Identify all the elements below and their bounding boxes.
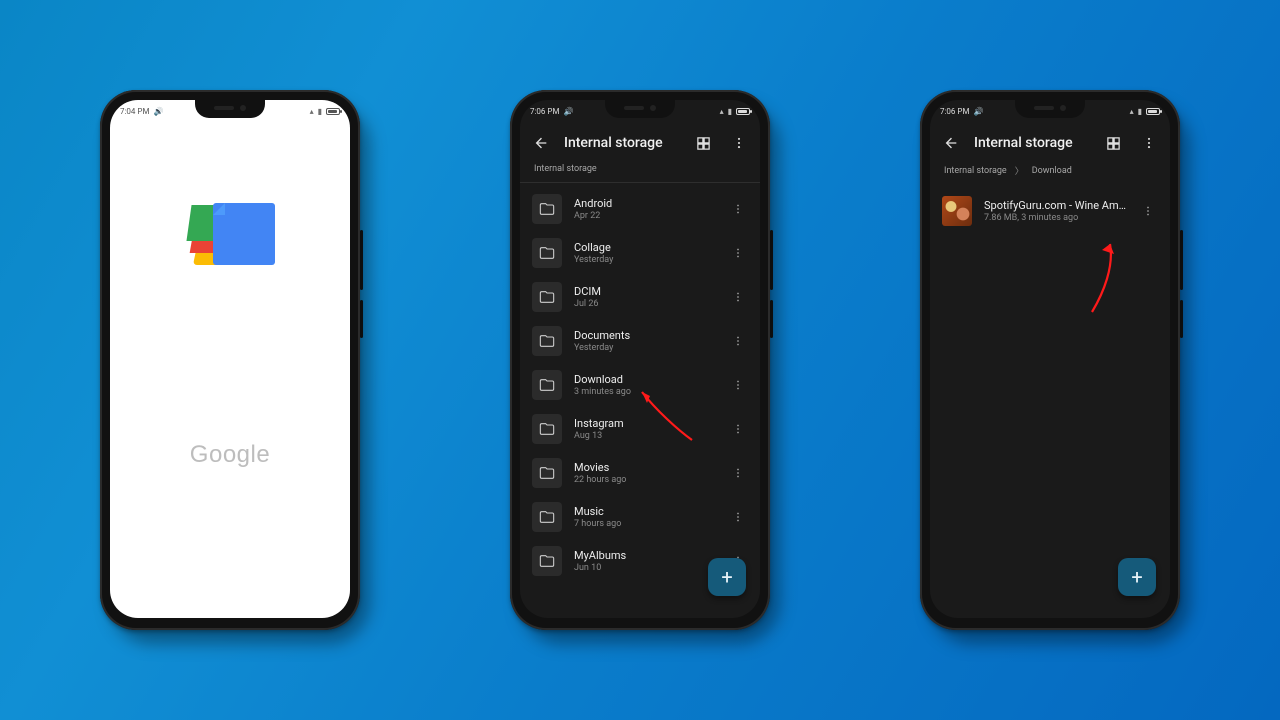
folder-icon xyxy=(532,238,562,268)
item-overflow-button[interactable] xyxy=(728,291,748,303)
status-time: 7:06 PM xyxy=(530,107,559,116)
file-name: SpotifyGuru.com - Wine Am Go L… xyxy=(984,199,1126,212)
list-item[interactable]: Android Apr 22 xyxy=(520,187,760,231)
file-list: SpotifyGuru.com - Wine Am Go L… 7.86 MB,… xyxy=(930,185,1170,237)
list-item[interactable]: Documents Yesterday xyxy=(520,319,760,363)
volume-icon: 🔊 xyxy=(973,107,983,116)
folder-name: MyAlbums xyxy=(574,549,716,562)
folder-icon xyxy=(532,370,562,400)
phone-notch xyxy=(1015,100,1085,118)
folder-subtext: 7 hours ago xyxy=(574,519,716,529)
breadcrumb-root[interactable]: Internal storage xyxy=(944,166,1007,176)
layout-grid-button[interactable] xyxy=(1100,130,1126,156)
signal-icon: ▴ xyxy=(310,107,314,116)
plus-icon: + xyxy=(721,565,732,589)
phone-notch xyxy=(195,100,265,118)
phone-3: 7:06 PM 🔊 ▴ ▮ Internal storage xyxy=(920,90,1180,630)
folder-icon xyxy=(532,282,562,312)
wifi-icon: ▮ xyxy=(1138,107,1142,116)
folder-subtext: Yesterday xyxy=(574,343,716,353)
volume-icon: 🔊 xyxy=(563,107,573,116)
folder-icon xyxy=(532,414,562,444)
plus-icon: + xyxy=(1131,565,1142,589)
folder-list: Android Apr 22 Collage Yesterday DCIM Ju… xyxy=(520,183,760,587)
folder-icon xyxy=(532,326,562,356)
list-item[interactable]: SpotifyGuru.com - Wine Am Go L… 7.86 MB,… xyxy=(930,189,1170,233)
list-item[interactable]: Instagram Aug 13 xyxy=(520,407,760,451)
battery-icon xyxy=(326,108,340,115)
annotation-arrow xyxy=(1048,234,1128,324)
folder-subtext: Aug 13 xyxy=(574,431,716,441)
breadcrumb-root[interactable]: Internal storage xyxy=(534,164,597,174)
phone-1: 7:04 PM 🔊 ▴ ▮ Google xyxy=(100,90,360,630)
wifi-icon: ▮ xyxy=(318,107,322,116)
fab-add-button[interactable]: + xyxy=(1118,558,1156,596)
folder-subtext: 3 minutes ago xyxy=(574,387,716,397)
signal-icon: ▴ xyxy=(1130,107,1134,116)
item-overflow-button[interactable] xyxy=(728,423,748,435)
folder-name: Android xyxy=(574,197,716,210)
page-title: Internal storage xyxy=(564,135,663,151)
list-item[interactable]: Music 7 hours ago xyxy=(520,495,760,539)
volume-icon: 🔊 xyxy=(153,107,163,116)
page-title: Internal storage xyxy=(974,135,1073,151)
file-subtext: 7.86 MB, 3 minutes ago xyxy=(984,213,1126,223)
overflow-menu-button[interactable] xyxy=(1136,130,1162,156)
list-item[interactable]: Movies 22 hours ago xyxy=(520,451,760,495)
folder-name: Movies xyxy=(574,461,716,474)
overflow-menu-button[interactable] xyxy=(726,130,752,156)
wifi-icon: ▮ xyxy=(728,107,732,116)
folder-name: Collage xyxy=(574,241,716,254)
folder-subtext: Yesterday xyxy=(574,255,716,265)
folder-icon xyxy=(532,502,562,532)
folder-name: DCIM xyxy=(574,285,716,298)
item-overflow-button[interactable] xyxy=(728,379,748,391)
folder-subtext: 22 hours ago xyxy=(574,475,716,485)
status-time: 7:06 PM xyxy=(940,107,969,116)
back-button[interactable] xyxy=(528,130,554,156)
folder-subtext: Apr 22 xyxy=(574,211,716,221)
list-item[interactable]: DCIM Jul 26 xyxy=(520,275,760,319)
item-overflow-button[interactable] xyxy=(728,511,748,523)
fab-add-button[interactable]: + xyxy=(708,558,746,596)
app-bar: Internal storage xyxy=(930,122,1170,164)
breadcrumb[interactable]: Internal storage 〉 Download xyxy=(930,164,1170,185)
app-bar: Internal storage xyxy=(520,122,760,164)
status-time: 7:04 PM xyxy=(120,107,149,116)
chevron-right-icon: 〉 xyxy=(1015,164,1024,177)
folder-name: Download xyxy=(574,373,716,386)
signal-icon: ▴ xyxy=(720,107,724,116)
list-item[interactable]: Collage Yesterday xyxy=(520,231,760,275)
back-button[interactable] xyxy=(938,130,964,156)
folder-icon xyxy=(532,458,562,488)
file-thumbnail xyxy=(942,196,972,226)
phone-2: 7:06 PM 🔊 ▴ ▮ Internal storage xyxy=(510,90,770,630)
item-overflow-button[interactable] xyxy=(728,247,748,259)
folder-name: Documents xyxy=(574,329,716,342)
google-wordmark: Google xyxy=(190,441,270,469)
folder-subtext: Jun 10 xyxy=(574,563,716,573)
folder-icon xyxy=(532,546,562,576)
battery-icon xyxy=(736,108,750,115)
files-app-logo xyxy=(185,201,275,271)
item-overflow-button[interactable] xyxy=(728,335,748,347)
item-overflow-button[interactable] xyxy=(728,203,748,215)
layout-grid-button[interactable] xyxy=(690,130,716,156)
folder-name: Music xyxy=(574,505,716,518)
breadcrumb[interactable]: Internal storage xyxy=(520,164,760,182)
item-overflow-button[interactable] xyxy=(1138,205,1158,217)
phone-notch xyxy=(605,100,675,118)
battery-icon xyxy=(1146,108,1160,115)
folder-name: Instagram xyxy=(574,417,716,430)
folder-subtext: Jul 26 xyxy=(574,299,716,309)
item-overflow-button[interactable] xyxy=(728,467,748,479)
list-item[interactable]: Download 3 minutes ago xyxy=(520,363,760,407)
folder-icon xyxy=(532,194,562,224)
breadcrumb-leaf[interactable]: Download xyxy=(1032,166,1072,176)
